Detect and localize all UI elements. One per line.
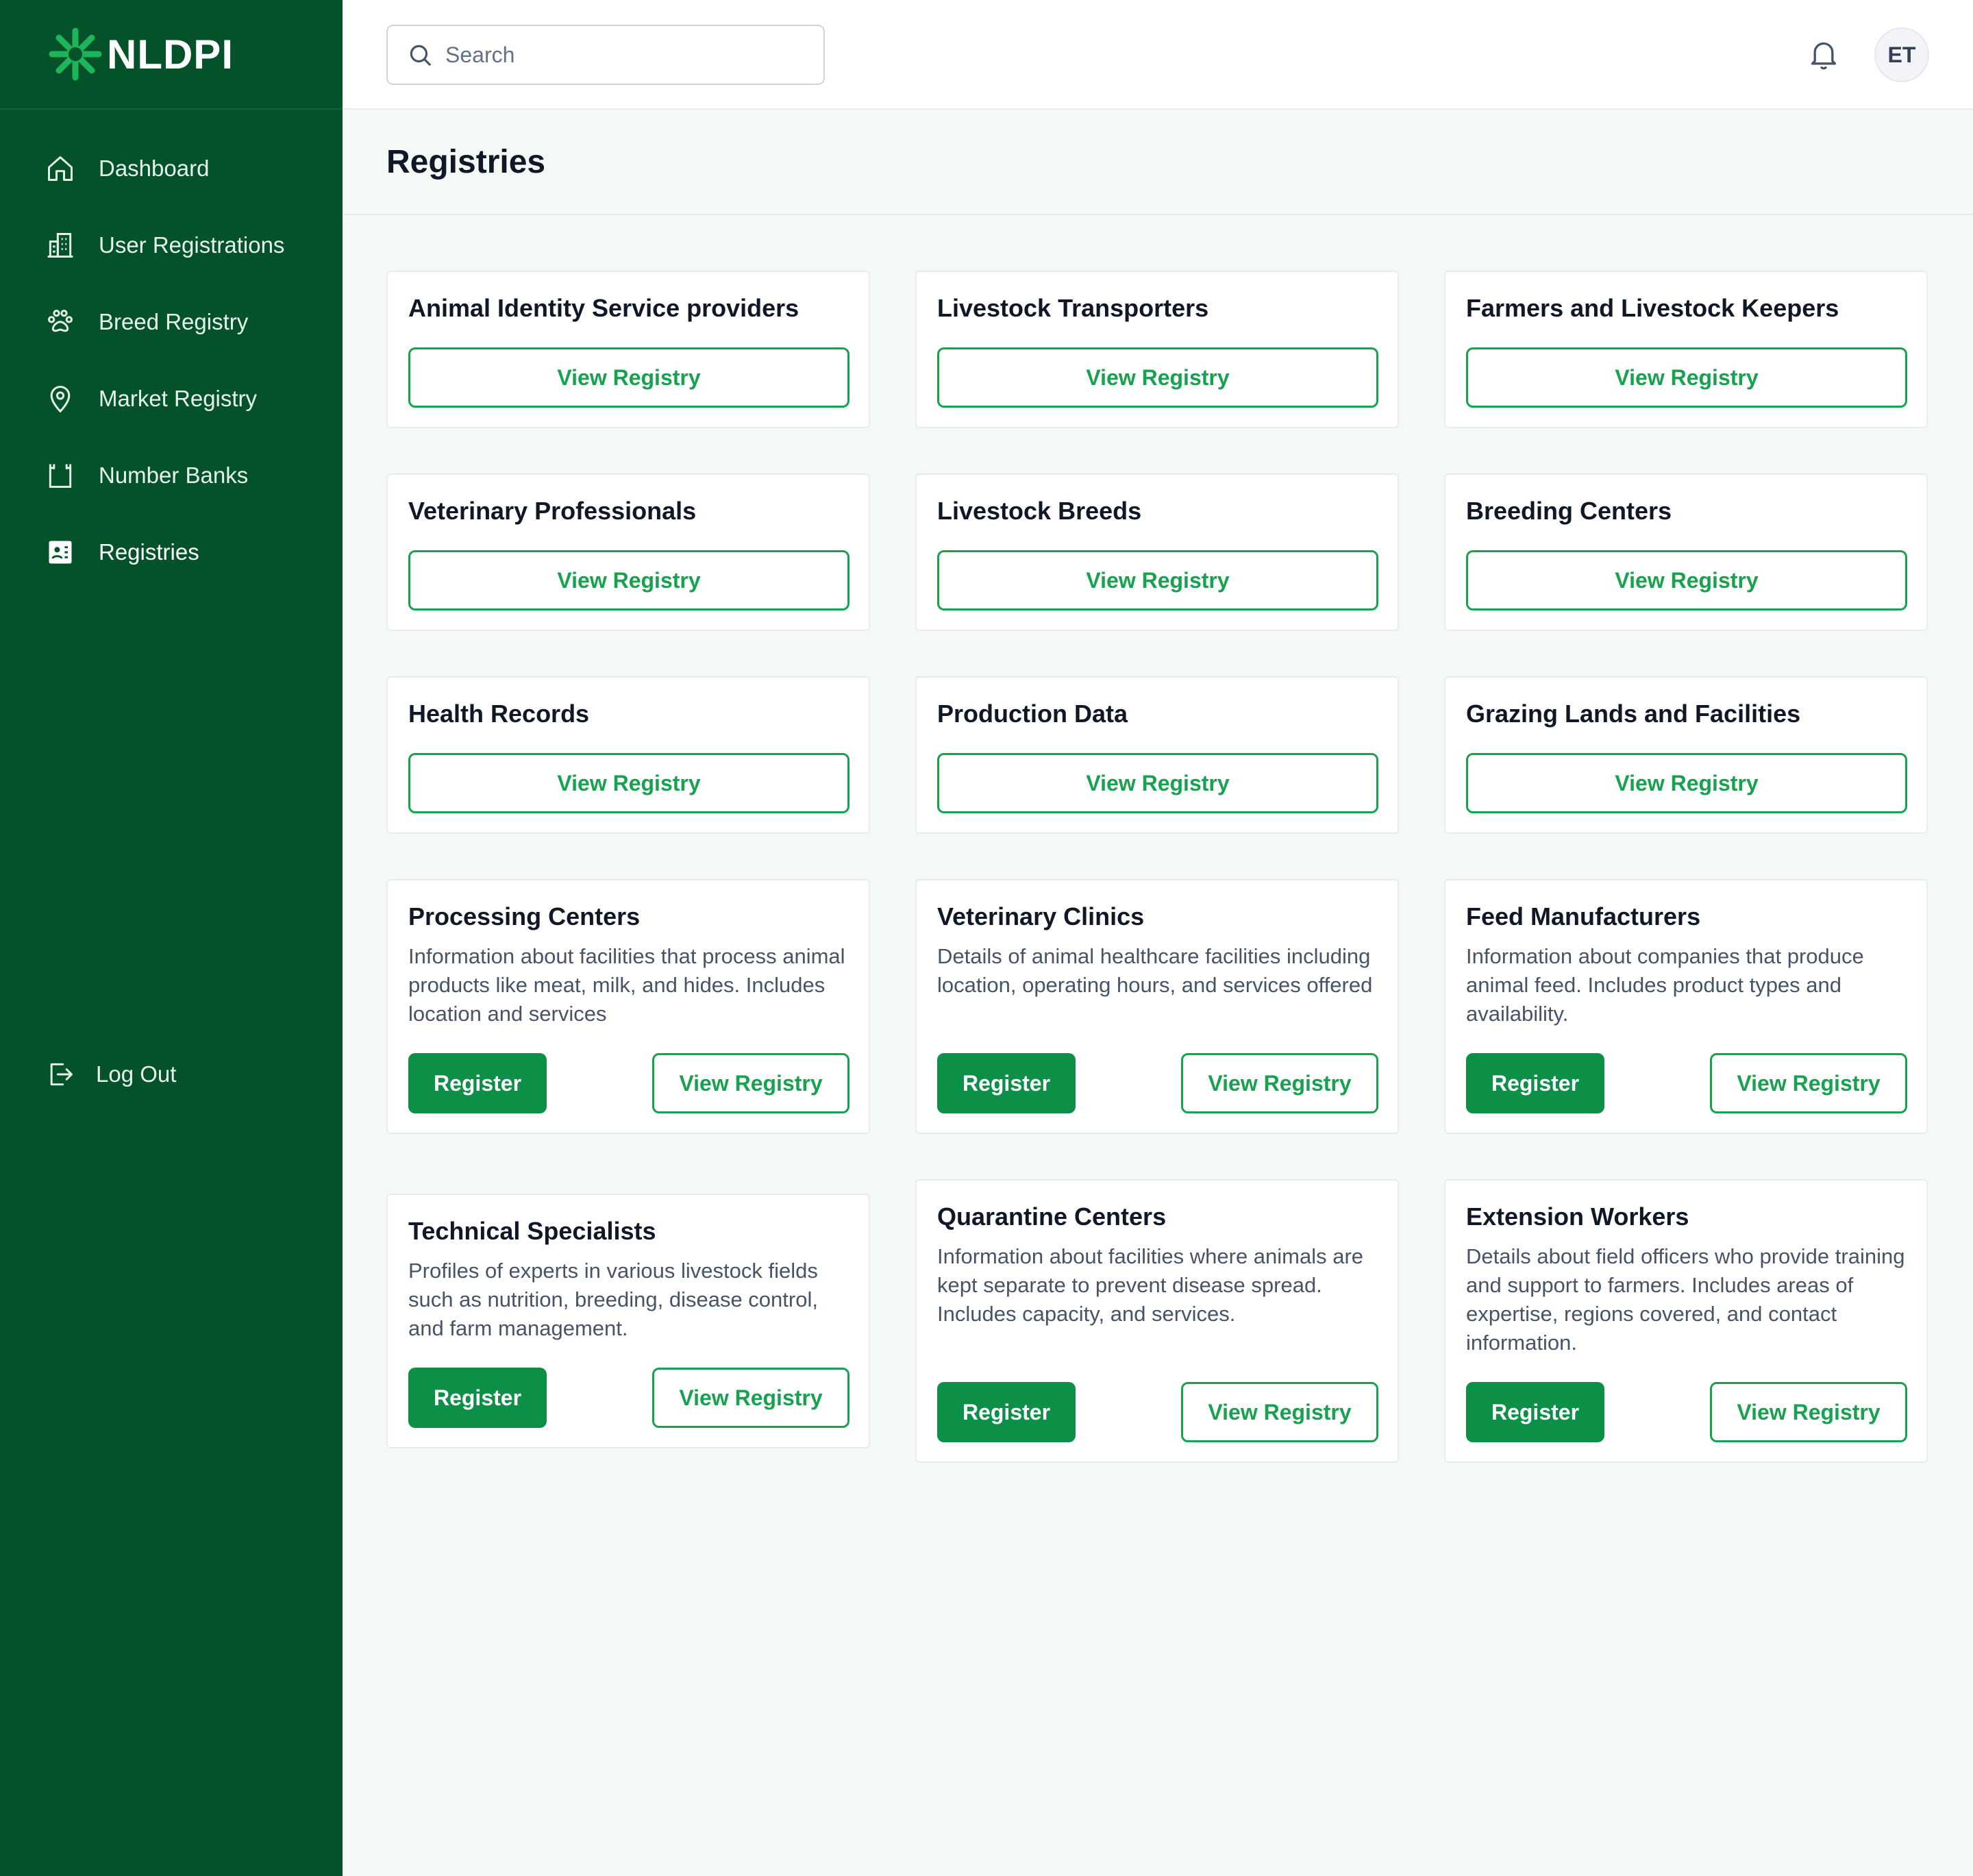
bell-icon[interactable] [1809,38,1839,71]
logout-label: Log Out [96,1061,177,1087]
view-registry-button[interactable]: View Registry [1466,550,1907,610]
register-button[interactable]: Register [408,1053,547,1113]
register-button[interactable]: Register [1466,1382,1604,1442]
registry-card: Extension Workers Details about field of… [1444,1179,1928,1463]
registry-card: Veterinary Professionals View Registry [386,473,870,631]
card-description: Information about facilities where anima… [937,1244,1364,1326]
registry-card: Quarantine Centers Information about fac… [915,1179,1399,1463]
sidebar-item-market-registry[interactable]: Market Registry [0,360,343,437]
avatar-initials: ET [1887,42,1916,67]
building-icon [47,233,73,258]
card-title: Breeding Centers [1466,497,1672,525]
registry-card: Production Data View Registry [915,676,1399,834]
register-button[interactable]: Register [408,1368,547,1428]
registry-card: Feed Manufacturers Information about com… [1444,879,1928,1134]
register-button[interactable]: Register [937,1382,1076,1442]
card-title: Livestock Breeds [937,497,1142,525]
card-description: Information about facilities that proces… [408,944,845,1026]
card-title: Livestock Transporters [937,294,1209,322]
registry-card: Grazing Lands and Facilities View Regist… [1444,676,1928,834]
sidebar-item-label: Market Registry [99,386,258,411]
avatar[interactable]: ET [1874,27,1929,82]
logout-button[interactable]: Log Out [45,1059,176,1089]
sidebar-item-registries[interactable]: Registries [0,514,343,591]
view-registry-button[interactable]: View Registry [937,753,1378,813]
sidebar-item-dashboard[interactable]: Dashboard [0,130,343,207]
view-registry-button[interactable]: View Registry [408,753,849,813]
sidebar-nav: Dashboard User Registrations Breed Regis… [0,110,343,591]
card-title: Extension Workers [1466,1202,1689,1231]
card-description: Information about companies that produce… [1466,944,1864,1026]
view-registry-button[interactable]: View Registry [408,550,849,610]
card-title: Animal Identity Service providers [408,294,799,322]
page-title: Registries [386,143,546,180]
search-input[interactable] [445,42,802,68]
view-registry-button[interactable]: View Registry [1181,1382,1378,1442]
card-title: Technical Specialists [408,1217,656,1245]
card-title: Production Data [937,700,1128,728]
sidebar-item-user-registrations[interactable]: User Registrations [0,207,343,284]
sidebar-item-label: Registries [99,539,199,565]
card-description: Profiles of experts in various livestock… [408,1259,818,1340]
registry-card: Technical Specialists Profiles of expert… [386,1194,870,1448]
card-title: Veterinary Professionals [408,497,697,525]
view-registry-button[interactable]: View Registry [937,347,1378,408]
sidebar-item-label: User Registrations [99,232,285,258]
view-registry-button[interactable]: View Registry [1466,753,1907,813]
view-registry-button[interactable]: View Registry [652,1053,849,1113]
view-registry-button[interactable]: View Registry [1710,1382,1907,1442]
registry-card: Farmers and Livestock Keepers View Regis… [1444,271,1928,428]
card-title: Processing Centers [408,902,641,930]
sidebar: NLDPI Dashboard User Registrations Breed… [0,0,343,1876]
sidebar-item-label: Dashboard [99,156,210,181]
topbar: ET [343,0,1973,110]
registry-card: Livestock Breeds View Registry [915,473,1399,631]
logo-icon [49,27,102,81]
registry-card: Breeding Centers View Registry [1444,473,1928,631]
view-registry-button[interactable]: View Registry [1181,1053,1378,1113]
view-registry-button[interactable]: View Registry [1466,347,1907,408]
search-icon [410,45,431,66]
registry-card: Health Records View Registry [386,676,870,834]
card-title: Health Records [408,700,590,728]
home-icon [48,156,73,181]
paw-icon [48,310,73,332]
card-title: Feed Manufacturers [1466,902,1701,930]
brand-name: NLDPI [107,31,234,77]
card-title: Farmers and Livestock Keepers [1466,294,1839,322]
registry-card: Veterinary Clinics Details of animal hea… [915,879,1399,1134]
registry-card: Processing Centers Information about fac… [386,879,870,1134]
contact-card-icon [49,541,72,564]
bank-icon [49,464,72,488]
card-title: Grazing Lands and Facilities [1466,700,1801,728]
sidebar-item-number-banks[interactable]: Number Banks [0,437,343,514]
page-header: Registries [343,110,1973,215]
registry-card: Animal Identity Service providers View R… [386,271,870,428]
app: NLDPI Dashboard User Registrations Breed… [0,0,1973,1876]
card-title: Quarantine Centers [937,1202,1167,1231]
view-registry-button[interactable]: View Registry [652,1368,849,1428]
brand[interactable]: NLDPI [0,0,343,110]
card-title: Veterinary Clinics [937,902,1145,930]
sidebar-item-label: Number Banks [99,462,249,488]
logout-icon [50,1063,73,1086]
registry-card: Livestock Transporters View Registry [915,271,1399,428]
card-description: Details about field officers who provide… [1466,1244,1905,1355]
view-registry-button[interactable]: View Registry [937,550,1378,610]
map-pin-icon [50,386,71,413]
search-box[interactable] [386,25,825,85]
sidebar-item-label: Breed Registry [99,309,249,334]
view-registry-button[interactable]: View Registry [408,347,849,408]
card-description: Details of animal healthcare facilities … [937,944,1373,997]
register-button[interactable]: Register [1466,1053,1604,1113]
view-registry-button[interactable]: View Registry [1710,1053,1907,1113]
register-button[interactable]: Register [937,1053,1076,1113]
sidebar-item-breed-registry[interactable]: Breed Registry [0,284,343,360]
